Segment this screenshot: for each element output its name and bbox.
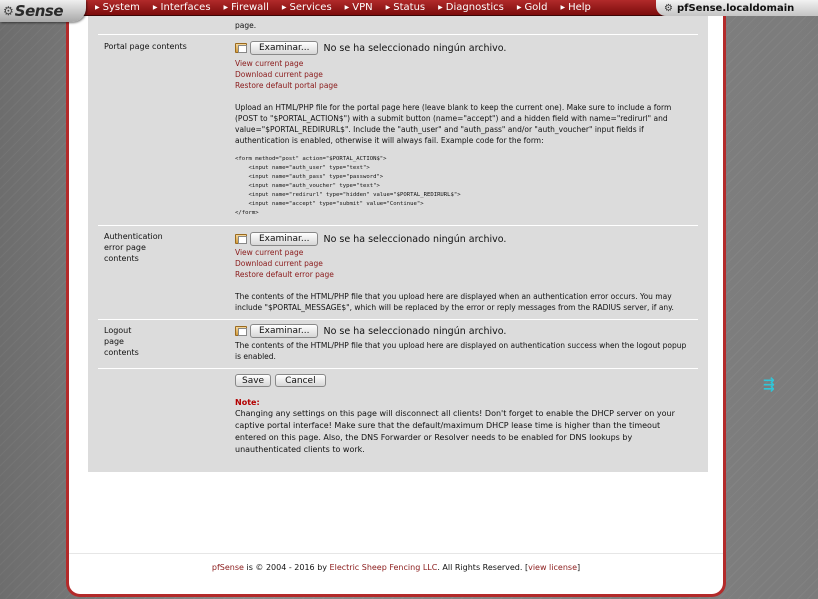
- menu-status[interactable]: ▶ Status: [381, 0, 434, 16]
- note-heading: Note:: [235, 398, 260, 407]
- network-icon[interactable]: ⇶: [763, 377, 775, 393]
- footer-pfsense-link[interactable]: pfSense: [212, 563, 244, 572]
- code-line: <input name="accept" type="submit" value…: [235, 201, 424, 207]
- portal-browse-button[interactable]: Examinar...: [250, 41, 319, 55]
- portal-description: Upload an HTML/PHP file for the portal p…: [235, 103, 672, 145]
- label-line: Authentication: [104, 232, 163, 241]
- main-menu: ▶ System ▶ Interfaces ▶ Firewall ▶ Services …: [90, 0, 599, 16]
- auth-error-no-file-text: No se ha seleccionado ningún archivo.: [323, 233, 507, 245]
- portal-download-link[interactable]: Download current page: [235, 69, 693, 80]
- cancel-button[interactable]: Cancel: [275, 374, 326, 387]
- logout-browse-button[interactable]: Examinar...: [250, 324, 319, 338]
- auth-error-view-link[interactable]: View current page: [235, 247, 693, 258]
- menu-label: Status: [393, 2, 426, 13]
- menu-arrow-icon: ▶: [344, 4, 350, 11]
- code-line: <input name="redirurl" type="hidden" val…: [235, 192, 461, 198]
- menu-services[interactable]: ▶ Services: [277, 0, 340, 16]
- menu-arrow-icon: ▶: [438, 4, 443, 11]
- auth-error-file-picker[interactable]: Examinar... No se ha seleccionado ningún…: [235, 232, 693, 246]
- note-text: Changing any settings on this page will …: [235, 409, 675, 454]
- footer-company-link[interactable]: Electric Sheep Fencing LLC: [330, 563, 438, 572]
- menu-label: Help: [568, 2, 591, 13]
- menu-label: Interfaces: [160, 2, 211, 13]
- menu-arrow-icon: ▶: [560, 4, 566, 11]
- previous-row: page.: [98, 16, 698, 35]
- gears-icon: ⚙: [3, 4, 14, 18]
- auth-error-download-link[interactable]: Download current page: [235, 258, 693, 269]
- menu-arrow-icon: ▶: [152, 4, 158, 11]
- hostname-box: ⚙ pfSense.localdomain: [656, 0, 818, 16]
- previous-row-text: page.: [235, 21, 257, 30]
- code-line: <input name="auth_voucher" type="text">: [235, 183, 380, 189]
- actions-row: Save Cancel Note: Changing any settings …: [98, 369, 698, 469]
- menu-arrow-icon: ▶: [223, 4, 229, 11]
- code-line: </form>: [235, 210, 259, 216]
- portal-file-picker[interactable]: Examinar... No se ha seleccionado ningún…: [235, 41, 693, 55]
- menu-system[interactable]: ▶ System: [90, 0, 148, 16]
- menu-vpn[interactable]: ▶ VPN: [340, 0, 381, 16]
- menu-firewall[interactable]: ▶ Firewall: [219, 0, 277, 16]
- menu-label: System: [102, 2, 140, 13]
- code-line: <input name="auth_user" type="text">: [235, 165, 370, 171]
- auth-error-description: The contents of the HTML/PHP file that y…: [235, 292, 674, 312]
- folder-icon: [235, 43, 247, 53]
- hostname: pfSense.localdomain: [676, 2, 795, 14]
- portal-no-file-text: No se ha seleccionado ningún archivo.: [323, 42, 507, 54]
- portal-view-link[interactable]: View current page: [235, 58, 693, 69]
- menu-arrow-icon: ▶: [281, 4, 287, 11]
- auth-error-label: Authentication error page contents: [104, 231, 163, 264]
- auth-error-browse-button[interactable]: Examinar...: [250, 232, 319, 246]
- footer-text: is © 2004 - 2016 by: [243, 563, 330, 572]
- label-line: contents: [104, 254, 139, 263]
- code-line: <form method="post" action="$PORTAL_ACTI…: [235, 156, 387, 162]
- footer-license-link[interactable]: view license: [528, 563, 577, 572]
- logout-description: The contents of the HTML/PHP file that y…: [235, 341, 687, 361]
- folder-icon: [235, 326, 247, 336]
- menu-help[interactable]: ▶ Help: [555, 0, 598, 16]
- menu-label: Services: [289, 2, 332, 13]
- label-line: error page: [104, 243, 146, 252]
- folder-icon: [235, 234, 247, 244]
- logout-file-picker[interactable]: Examinar... No se ha seleccionado ningún…: [235, 324, 693, 338]
- logout-no-file-text: No se ha seleccionado ningún archivo.: [323, 325, 507, 337]
- portal-page-label: Portal page contents: [104, 42, 187, 51]
- label-line: contents: [104, 348, 139, 357]
- network-host-icon: ⚙: [664, 2, 673, 14]
- menu-arrow-icon: ▶: [95, 4, 100, 11]
- portal-restore-link[interactable]: Restore default portal page: [235, 80, 693, 91]
- logo-text: Sense: [14, 2, 64, 20]
- menu-label: Firewall: [231, 2, 269, 13]
- portal-page-row: Portal page contents Examinar... No se h…: [98, 35, 698, 226]
- footer-text: . All Rights Reserved. [: [437, 563, 529, 572]
- menu-arrow-icon: ▶: [516, 4, 522, 11]
- portal-code-example: <form method="post" action="$PORTAL_ACTI…: [235, 155, 693, 218]
- footer: pfSense is © 2004 - 2016 by Electric She…: [69, 553, 723, 572]
- logout-row: Logout page contents Examinar... No se h…: [98, 320, 698, 369]
- menu-diagnostics[interactable]: ▶ Diagnostics: [433, 0, 512, 16]
- pfsense-logo[interactable]: ⚙ Sense: [0, 0, 86, 22]
- menu-gold[interactable]: ▶ Gold: [512, 0, 556, 16]
- menu-arrow-icon: ▶: [385, 4, 391, 11]
- auth-error-restore-link[interactable]: Restore default error page: [235, 269, 693, 280]
- footer-text: ]: [576, 563, 581, 572]
- menu-label: Diagnostics: [445, 2, 504, 13]
- save-button[interactable]: Save: [235, 374, 272, 387]
- logout-label: Logout page contents: [104, 325, 139, 358]
- label-line: Logout: [104, 326, 132, 335]
- menu-label: VPN: [352, 2, 373, 13]
- menu-interfaces[interactable]: ▶ Interfaces: [148, 0, 219, 16]
- note-title: Note:: [235, 398, 693, 407]
- menu-label: Gold: [524, 2, 548, 13]
- code-line: <input name="auth_pass" type="password">: [235, 174, 384, 180]
- auth-error-row: Authentication error page contents Exami…: [98, 226, 698, 320]
- label-line: page: [104, 337, 124, 346]
